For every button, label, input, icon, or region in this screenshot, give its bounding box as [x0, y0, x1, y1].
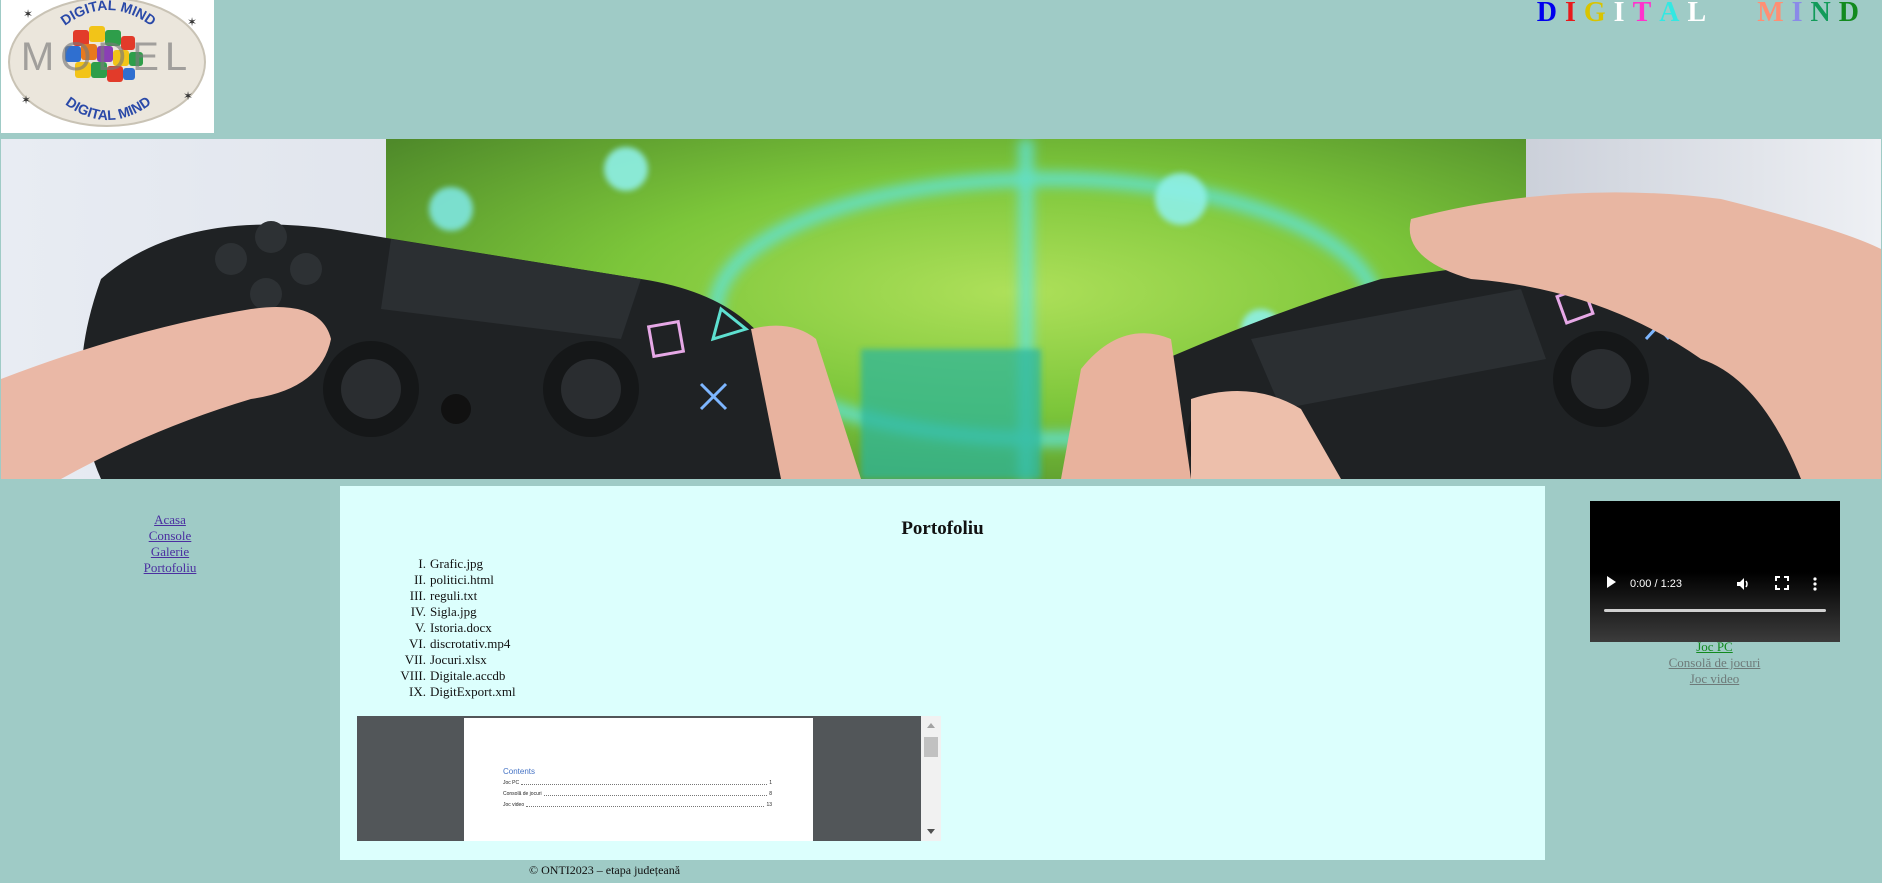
toc-label: Consolă de jocuri — [503, 791, 542, 797]
video-controls — [1590, 572, 1840, 642]
link-consola-de-jocuri[interactable]: Consolă de jocuri — [1547, 655, 1882, 671]
nav-link-acasa[interactable]: Acasa — [1, 512, 339, 528]
nav-link-portofoliu[interactable]: Portofoliu — [1, 560, 339, 576]
file-list-item: II. politici.html — [390, 572, 516, 588]
site-brand-title: DIGITALMIND — [1532, 0, 1862, 29]
page-title: Portofoliu — [901, 518, 984, 539]
toc-entry[interactable]: Joc video 13 — [503, 802, 772, 808]
file-name: Istoria.docx — [430, 620, 492, 635]
file-name: reguli.txt — [430, 588, 478, 603]
toc-page: 13 — [766, 802, 772, 808]
toc-entry[interactable]: Joc PC 1 — [503, 780, 772, 786]
file-number: VII. — [404, 652, 426, 667]
file-name: Digitale.accdb — [430, 668, 506, 683]
play-icon[interactable] — [1607, 576, 1616, 588]
file-list-item: III. reguli.txt — [390, 588, 516, 604]
brand-letter: I — [1791, 0, 1806, 28]
file-list: I. Grafic.jpg II. politici.html III. reguli… — [390, 556, 516, 700]
logo-overlay-text: MODEL — [21, 35, 193, 79]
video-time-display: 0:00 / 1:23 — [1630, 578, 1682, 590]
right-links: Joc PC Consolă de jocuri Joc video — [1547, 639, 1882, 687]
file-name: Grafic.jpg — [430, 556, 484, 571]
toc-label: Joc PC — [503, 780, 520, 786]
svg-text:✶: ✶ — [21, 93, 31, 107]
file-name: DigitExport.xml — [430, 684, 516, 699]
toc-page: 8 — [769, 791, 772, 797]
side-navigation: Acasa Console Galerie Portofoliu — [1, 486, 339, 860]
file-list-item: VI. discrotativ.mp4 — [390, 636, 516, 652]
file-list-item: I. Grafic.jpg — [390, 556, 516, 572]
file-number: VI. — [409, 636, 426, 651]
scroll-up-arrow-icon[interactable] — [927, 723, 935, 728]
brand-letter: M — [1757, 0, 1787, 28]
file-number: IV. — [410, 604, 426, 619]
file-list-item: IX. DigitExport.xml — [390, 684, 516, 700]
file-number: I. — [418, 556, 426, 571]
file-name: Sigla.jpg — [430, 604, 477, 619]
hero-banner-image — [1, 139, 1881, 479]
file-number: VIII. — [400, 668, 426, 683]
brand-letter: G — [1583, 0, 1609, 28]
file-list-item: VIII. Digitale.accdb — [390, 668, 516, 684]
site-logo: DIGITAL MIND DIGITAL MIND MODEL ✶ ✶ ✶ ✶ — [1, 0, 214, 133]
document-contents-heading: Contents — [503, 767, 536, 776]
brand-letter: N — [1810, 0, 1834, 28]
footer-copyright: © ONTI2023 – etapa județeană — [529, 863, 681, 877]
brand-letter: I — [1613, 0, 1628, 28]
svg-text:✶: ✶ — [23, 7, 33, 21]
file-number: V. — [415, 620, 426, 635]
brand-letter: L — [1687, 0, 1710, 28]
file-list-item: VII. Jocuri.xlsx — [390, 652, 516, 668]
video-progress-bar[interactable] — [1604, 609, 1826, 612]
toc-label: Joc video — [503, 802, 525, 808]
site-header: DIGITAL MIND DIGITAL MIND MODEL ✶ ✶ ✶ ✶ — [0, 0, 1882, 136]
scroll-thumb[interactable] — [924, 737, 938, 757]
brand-letter: A — [1659, 0, 1683, 28]
file-name: Jocuri.xlsx — [430, 652, 487, 667]
nav-link-console[interactable]: Console — [1, 528, 339, 544]
right-sidebar: 0:00 / 1:23 Joc PC Consolă de jocuri Joc… — [1547, 486, 1882, 860]
nav-link-galerie[interactable]: Galerie — [1, 544, 339, 560]
brand-letter: I — [1564, 0, 1579, 28]
link-joc-video[interactable]: Joc video — [1547, 671, 1882, 687]
toc-page: 1 — [769, 780, 772, 786]
file-list-item: V. Istoria.docx — [390, 620, 516, 636]
svg-text:✶: ✶ — [187, 15, 197, 29]
svg-text:✶: ✶ — [183, 89, 193, 103]
document-scrollbar[interactable] — [921, 716, 941, 841]
file-number: IX. — [409, 684, 426, 699]
link-joc-pc[interactable]: Joc PC — [1547, 639, 1882, 655]
file-name: discrotativ.mp4 — [430, 636, 511, 651]
brand-letter: D — [1838, 0, 1862, 28]
volume-icon[interactable] — [1735, 576, 1751, 597]
file-number: II. — [414, 572, 426, 587]
brand-letter: D — [1536, 0, 1560, 28]
brand-letter: T — [1632, 0, 1655, 28]
file-list-item: IV. Sigla.jpg — [390, 604, 516, 620]
main-content: Portofoliu I. Grafic.jpg II. politici.html… — [340, 486, 1545, 860]
file-name: politici.html — [430, 572, 494, 587]
embedded-document-viewer[interactable]: Contents Joc PC 1 Consolă de jocuri 8 Jo… — [357, 716, 941, 841]
file-number: III. — [409, 588, 426, 603]
scroll-down-arrow-icon[interactable] — [927, 829, 935, 834]
video-player[interactable]: 0:00 / 1:23 — [1590, 501, 1840, 642]
more-options-icon[interactable] — [1812, 576, 1818, 597]
toc-entry[interactable]: Consolă de jocuri 8 — [503, 791, 772, 797]
fullscreen-icon[interactable] — [1775, 576, 1789, 595]
document-page: Contents Joc PC 1 Consolă de jocuri 8 Jo… — [464, 718, 813, 841]
